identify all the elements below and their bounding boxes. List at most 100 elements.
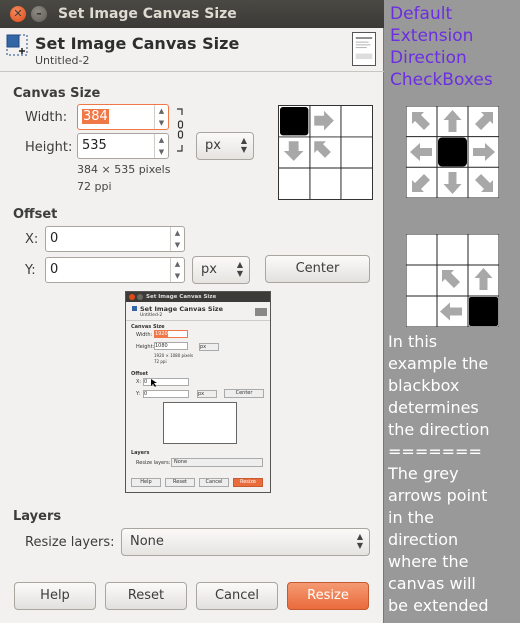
close-icon[interactable]: ✕ xyxy=(10,6,26,22)
offset-unit-select[interactable]: px ▲ ▼ xyxy=(192,256,250,284)
mini-titlebar: Set Image Canvas Size xyxy=(126,292,270,302)
explanation-line: in the xyxy=(388,508,434,527)
mini-unit-select: px xyxy=(199,343,219,351)
mini-height-value: 1080 xyxy=(155,343,168,349)
annotation-heading-line: Direction xyxy=(390,48,467,68)
mini-minimize-icon xyxy=(137,294,143,300)
mini-preview-area xyxy=(163,402,237,444)
dialog-header: Set Image Canvas Size Untitled-2 xyxy=(0,28,384,72)
mini-divider xyxy=(126,320,270,321)
window-title: Set Image Canvas Size xyxy=(58,6,237,22)
height-value: 535 xyxy=(82,138,107,153)
mini-header-subtitle: Untitled-2 xyxy=(140,313,163,318)
mini-height-input: 1080 xyxy=(154,342,188,350)
chevron-updown-icon: ▲ ▼ xyxy=(356,532,363,550)
mini-header-title: Set Image Canvas Size xyxy=(140,305,224,313)
resize-layers-value: None xyxy=(130,534,164,549)
annotation-heading-line: CheckBoxes xyxy=(390,70,493,90)
mini-thumbnail xyxy=(255,308,267,316)
width-value: 384 xyxy=(82,109,109,124)
size-unit-select[interactable]: px ▲ ▼ xyxy=(196,132,254,160)
mini-cursor-icon xyxy=(151,379,157,387)
explanation-line: where the xyxy=(388,552,469,571)
mini-height-label: Height: xyxy=(136,344,155,350)
help-button[interactable]: Help xyxy=(14,582,96,610)
explanation-line: The grey xyxy=(388,464,459,483)
mini-width-input: 1920 xyxy=(154,330,188,338)
explanation-line: canvas will xyxy=(388,574,476,593)
layers-heading: Layers xyxy=(13,509,62,524)
cancel-button[interactable]: Cancel xyxy=(196,582,278,610)
height-spinner[interactable]: ▲ ▼ xyxy=(154,134,168,158)
mini-y-value: 0 xyxy=(144,391,148,397)
width-label: Width: xyxy=(25,110,68,125)
mini-close-icon xyxy=(129,294,135,300)
height-label: Height: xyxy=(25,140,73,155)
explanation-line: example the xyxy=(388,354,489,373)
explanation-line: the direction xyxy=(388,420,490,439)
offset-x-value: 0 xyxy=(50,231,59,246)
offset-y-value: 0 xyxy=(50,262,59,277)
chevron-updown-icon: ▲ ▼ xyxy=(240,136,247,154)
center-button[interactable]: Center xyxy=(265,255,370,283)
chain-link-icon[interactable] xyxy=(176,107,186,153)
canvas-size-dialog: ✕ – Set Image Canvas Size Set Image Canv… xyxy=(0,0,384,623)
explanation-line: arrows point xyxy=(388,486,488,505)
mini-x-input: 0 xyxy=(143,378,189,386)
mini-center-button: Center xyxy=(224,389,264,398)
anchor-direction-grid[interactable] xyxy=(278,105,373,200)
offset-x-label: X: xyxy=(25,232,39,247)
mini-width-label: Width: xyxy=(136,332,153,338)
canvas-size-icon xyxy=(6,34,28,56)
mini-width-value: 1920 xyxy=(155,331,168,337)
mini-cancel-button: Cancel xyxy=(199,478,229,487)
mini-reset-button: Reset xyxy=(165,478,195,487)
embedded-dialog-screenshot: Set Image Canvas Size Set Image Canvas S… xyxy=(125,291,271,493)
mini-unit-value: px xyxy=(200,344,207,350)
dialog-title: Set Image Canvas Size xyxy=(35,34,240,53)
offset-x-spinner[interactable]: ▲ ▼ xyxy=(170,227,184,251)
mini-x-label: X: xyxy=(136,379,142,385)
offset-unit-value: px xyxy=(201,262,217,277)
window-titlebar[interactable]: ✕ – Set Image Canvas Size xyxy=(0,0,384,28)
explanation-line: determines xyxy=(388,398,479,417)
mini-ppi-info: 72 ppi xyxy=(154,359,167,364)
offset-y-input[interactable]: 0 ▲ ▼ xyxy=(45,257,185,283)
annotation-heading-line: Extension xyxy=(390,26,474,46)
resize-button[interactable]: Resize xyxy=(287,582,369,610)
explanation-separator: ======= xyxy=(388,442,482,461)
offset-y-spinner[interactable]: ▲ ▼ xyxy=(170,258,184,282)
offset-x-input[interactable]: 0 ▲ ▼ xyxy=(45,226,185,252)
resolution-info: 72 ppi xyxy=(77,180,112,193)
width-spinner[interactable]: ▲ ▼ xyxy=(154,105,168,129)
height-input[interactable]: 535 ▲ ▼ xyxy=(77,133,169,159)
minimize-icon[interactable]: – xyxy=(31,6,47,22)
image-thumbnail xyxy=(352,32,376,66)
resize-layers-select[interactable]: None ▲ ▼ xyxy=(121,528,370,556)
annotation-explanation: In this example the blackbox determines … xyxy=(388,331,518,617)
resize-layers-label: Resize layers: xyxy=(25,535,115,550)
offset-y-label: Y: xyxy=(25,263,36,278)
mini-canvas-icon xyxy=(132,306,137,311)
canvas-size-heading: Canvas Size xyxy=(13,86,101,101)
center-anchor-grid xyxy=(406,106,499,198)
mini-y-label: Y: xyxy=(136,391,141,397)
mini-offset-heading: Offset xyxy=(131,371,149,377)
chevron-updown-icon: ▲ ▼ xyxy=(236,260,243,278)
explanation-line: direction xyxy=(388,530,459,549)
explanation-line: In this xyxy=(388,332,438,351)
mini-resize-select: None xyxy=(171,458,263,467)
mini-help-button: Help xyxy=(131,478,161,487)
corner-anchor-grid xyxy=(406,234,499,327)
mini-offset-unit-value: px xyxy=(198,391,205,397)
mini-y-input: 0 xyxy=(143,390,189,398)
reset-button[interactable]: Reset xyxy=(105,582,187,610)
explanation-line: be extended xyxy=(388,596,489,615)
mini-resize-value: None xyxy=(174,459,188,465)
width-input[interactable]: 384 ▲ ▼ xyxy=(77,104,169,130)
mini-resize-label: Resize layers: xyxy=(136,460,171,466)
mini-pixel-info: 1920 × 1080 pixels xyxy=(154,353,194,358)
mini-x-value: 0 xyxy=(144,379,148,385)
annotation-heading: Default Extension Direction CheckBoxes xyxy=(390,3,493,91)
offset-heading: Offset xyxy=(13,207,58,222)
